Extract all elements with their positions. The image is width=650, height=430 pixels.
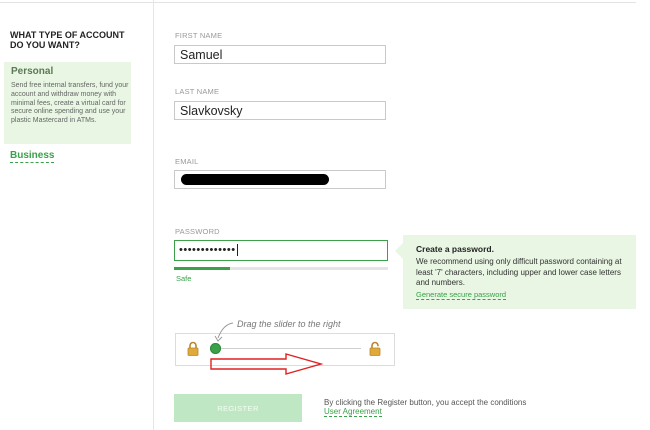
register-button[interactable]: REGISTER — [174, 394, 302, 422]
first-name-field[interactable]: Samuel — [174, 45, 386, 64]
slider-captcha[interactable] — [175, 333, 395, 366]
personal-option-title: Personal — [11, 66, 54, 77]
email-label: EMAIL — [175, 157, 199, 166]
password-strength-label: Safe — [176, 274, 192, 283]
first-name-label: FIRST NAME — [175, 31, 223, 40]
password-label: PASSWORD — [175, 227, 220, 236]
tip-pointer — [395, 243, 403, 259]
account-option-personal[interactable]: Personal Send free internal transfers, f… — [4, 62, 131, 144]
last-name-field[interactable]: Slavkovsky — [174, 101, 386, 120]
password-tip-panel: Create a password. We recommend using on… — [395, 235, 636, 309]
terms-text: By clicking the Register button, you acc… — [324, 398, 527, 407]
slider-handle[interactable] — [210, 343, 221, 354]
password-tip-title: Create a password. — [416, 244, 494, 254]
redacted-email-overlay — [181, 174, 329, 185]
account-option-business[interactable]: Business — [10, 150, 55, 163]
lock-closed-icon — [187, 341, 199, 361]
password-masked-value: ••••••••••••• — [179, 244, 236, 256]
generate-password-link[interactable]: Generate secure password — [416, 290, 507, 300]
password-field[interactable]: ••••••••••••• — [174, 240, 388, 261]
user-agreement-link[interactable]: User Agreement — [324, 407, 382, 417]
account-type-heading: WHAT TYPE OF ACCOUNT DO YOU WANT? — [10, 30, 125, 50]
slider-hint: Drag the slider to the right — [237, 319, 341, 329]
password-strength-fill — [174, 267, 230, 270]
password-tip-text: We recommend using only difficult passwo… — [416, 257, 622, 287]
account-type-sidebar: WHAT TYPE OF ACCOUNT DO YOU WANT? Person… — [0, 0, 154, 430]
last-name-label: LAST NAME — [175, 87, 220, 96]
email-field[interactable] — [174, 170, 386, 189]
text-cursor — [236, 244, 238, 257]
personal-option-description: Send free internal transfers, fund your … — [11, 82, 129, 125]
lock-open-icon — [369, 341, 381, 361]
slider-track — [216, 348, 361, 349]
password-strength-bar — [174, 267, 388, 270]
